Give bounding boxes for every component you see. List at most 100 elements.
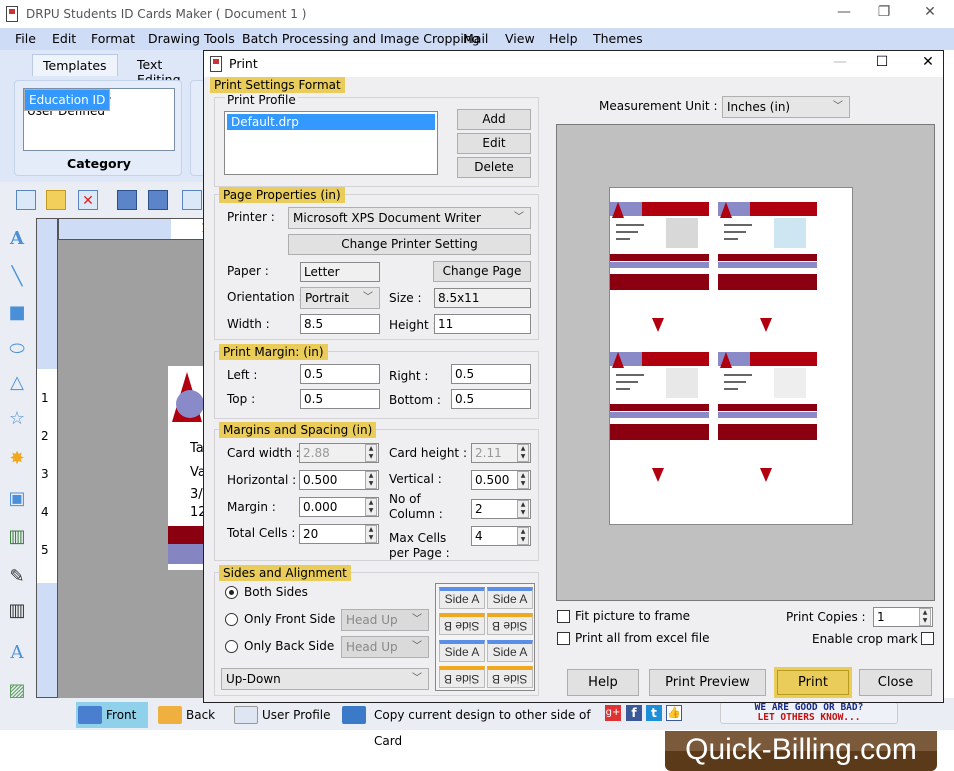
print-all-excel-label: Print all from excel file xyxy=(575,631,710,645)
back-button[interactable]: Back xyxy=(156,702,222,728)
measurement-unit-select[interactable]: Inches (in) ﹀ xyxy=(722,96,850,118)
image-tool-icon[interactable]: ▣ xyxy=(6,488,28,510)
front-button[interactable]: Front xyxy=(76,702,148,728)
sides-alignment-group: Sides and Alignment Both Sides Only Fron… xyxy=(214,565,539,696)
text-tool-icon[interactable]: A xyxy=(6,228,28,250)
signature-tool-icon[interactable]: ✎ xyxy=(6,566,28,588)
left-margin-field[interactable]: 0.5 xyxy=(300,364,380,384)
menubar: File Edit Format Drawing Tools Batch Pro… xyxy=(0,28,954,50)
menu-view[interactable]: View xyxy=(505,31,535,46)
menu-file[interactable]: File xyxy=(15,31,36,46)
category-item-education-id[interactable]: Education ID xyxy=(24,89,111,111)
side-layout-preview: Side A Side A Side B Side B Side A Side … xyxy=(435,583,535,691)
menu-themes[interactable]: Themes xyxy=(593,31,643,46)
back-side-radio[interactable] xyxy=(225,640,238,653)
user-profile-button[interactable]: User Profile xyxy=(232,702,332,728)
printer-select[interactable]: Microsoft XPS Document Writer ﹀ xyxy=(288,207,531,229)
back-label: Back xyxy=(186,708,216,722)
edit-profile-button[interactable]: Edit xyxy=(457,133,531,154)
category-list[interactable]: Education ID Miscellaneous User Defined xyxy=(23,88,175,151)
right-margin-field[interactable]: 0.5 xyxy=(451,364,531,384)
menu-mail[interactable]: Mail xyxy=(463,31,488,46)
orientation-label: Orientation : xyxy=(227,290,303,304)
save-as-icon[interactable] xyxy=(148,190,168,210)
dialog-minimize-button[interactable]: — xyxy=(826,54,854,74)
tab-text-editing[interactable]: Text Editing xyxy=(127,54,210,87)
profile-item-default[interactable]: Default.drp xyxy=(227,114,435,130)
printer-value: Microsoft XPS Document Writer xyxy=(293,211,481,225)
side-b-cell: Side B xyxy=(487,613,533,635)
margin-spinner[interactable]: ▲ ▼ xyxy=(365,498,377,516)
print-copies-spinner[interactable]: ▲ ▼ xyxy=(919,608,931,626)
print-profile-list[interactable]: Default.drp xyxy=(224,111,438,175)
ellipse-tool-icon[interactable]: ⬭ xyxy=(6,338,28,360)
back-side-label: Only Back Side xyxy=(244,639,335,653)
vertical-spinner[interactable]: ▲ ▼ xyxy=(517,471,529,489)
restore-button[interactable]: ❐ xyxy=(870,4,898,24)
margins-spacing-group: Margins and Spacing (in) Card width : 2.… xyxy=(214,422,539,561)
change-page-button[interactable]: Change Page xyxy=(433,261,531,282)
barcode-tool-icon[interactable]: ▥ xyxy=(6,600,28,622)
copy-design-button[interactable]: Copy current design to other side of Car… xyxy=(340,702,598,748)
menu-help[interactable]: Help xyxy=(549,31,578,46)
close-document-icon[interactable]: ✕ xyxy=(78,190,98,210)
library-tool-icon[interactable]: ▥ xyxy=(6,526,28,548)
menu-edit[interactable]: Edit xyxy=(52,31,76,46)
watermark-tool-icon[interactable]: A xyxy=(6,642,28,664)
help-button[interactable]: Help xyxy=(567,669,639,696)
delete-profile-button[interactable]: Delete xyxy=(457,157,531,178)
max-cells-spinner[interactable]: ▲ ▼ xyxy=(517,527,529,545)
size-field: 8.5x11 xyxy=(434,288,531,308)
close-dialog-button[interactable]: Close xyxy=(859,669,932,696)
horizontal-spinner[interactable]: ▲ ▼ xyxy=(365,471,377,489)
dialog-maximize-button[interactable]: ☐ xyxy=(868,54,896,74)
crop-mark-checkbox[interactable] xyxy=(921,632,934,645)
export-icon[interactable] xyxy=(182,190,202,210)
like-icon[interactable]: 👍 xyxy=(666,705,682,721)
orientation-select[interactable]: Portrait ﹀ xyxy=(300,287,380,309)
google-plus-icon[interactable]: g+ xyxy=(605,705,621,721)
front-orientation-value: Head Up xyxy=(346,613,398,627)
total-cells-spinner[interactable]: ▲ ▼ xyxy=(365,525,377,543)
rectangle-tool-icon[interactable]: ■ xyxy=(6,302,28,324)
open-folder-icon[interactable] xyxy=(46,190,66,210)
print-all-excel-checkbox[interactable] xyxy=(557,632,570,645)
columns-spinner[interactable]: ▲ ▼ xyxy=(517,500,529,518)
print-preview-button[interactable]: Print Preview xyxy=(649,669,766,696)
ruler-tick: 4 xyxy=(41,505,49,519)
width-field[interactable]: 8.5 xyxy=(300,314,380,334)
preview-page xyxy=(609,187,853,525)
dialog-close-button[interactable]: ✕ xyxy=(914,54,942,74)
side-b-cell: Side B xyxy=(439,666,485,688)
facebook-icon[interactable]: f xyxy=(626,705,642,721)
menu-batch-processing[interactable]: Batch Processing and Image Cropping xyxy=(242,31,480,46)
fit-picture-checkbox[interactable] xyxy=(557,610,570,623)
top-margin-field[interactable]: 0.5 xyxy=(300,389,380,409)
menu-format[interactable]: Format xyxy=(91,31,135,46)
star-tool-icon[interactable]: ☆ xyxy=(6,408,28,430)
chevron-down-icon: ﹀ xyxy=(833,101,843,112)
print-profile-label: Print Profile xyxy=(225,93,298,107)
new-icon[interactable] xyxy=(16,190,36,210)
line-tool-icon[interactable]: ╲ xyxy=(6,266,28,288)
feedback-banner[interactable]: WE ARE GOOD OR BAD? LET OTHERS KNOW... xyxy=(720,702,898,724)
minimize-button[interactable]: — xyxy=(830,4,858,24)
ruler-tick: 2 xyxy=(41,429,49,443)
columns-label-1: No of xyxy=(389,492,421,506)
shapes-tool-icon[interactable]: ✸ xyxy=(6,448,28,470)
menu-drawing-tools[interactable]: Drawing Tools xyxy=(148,31,235,46)
add-profile-button[interactable]: Add xyxy=(457,109,531,130)
tab-templates[interactable]: Templates xyxy=(32,54,118,76)
change-printer-setting-button[interactable]: Change Printer Setting xyxy=(288,234,531,255)
height-field[interactable]: 11 xyxy=(434,314,531,334)
print-button[interactable]: Print xyxy=(774,667,852,698)
arrangement-select[interactable]: Up-Down ﹀ xyxy=(221,668,429,690)
twitter-icon[interactable]: t xyxy=(646,705,662,721)
close-button[interactable]: ✕ xyxy=(916,4,944,24)
save-icon[interactable] xyxy=(117,190,137,210)
both-sides-radio[interactable] xyxy=(225,586,238,599)
bottom-margin-field[interactable]: 0.5 xyxy=(451,389,531,409)
crop-mark-label: Enable crop mark xyxy=(812,632,918,646)
triangle-tool-icon[interactable]: △ xyxy=(6,372,28,394)
front-side-radio[interactable] xyxy=(225,613,238,626)
